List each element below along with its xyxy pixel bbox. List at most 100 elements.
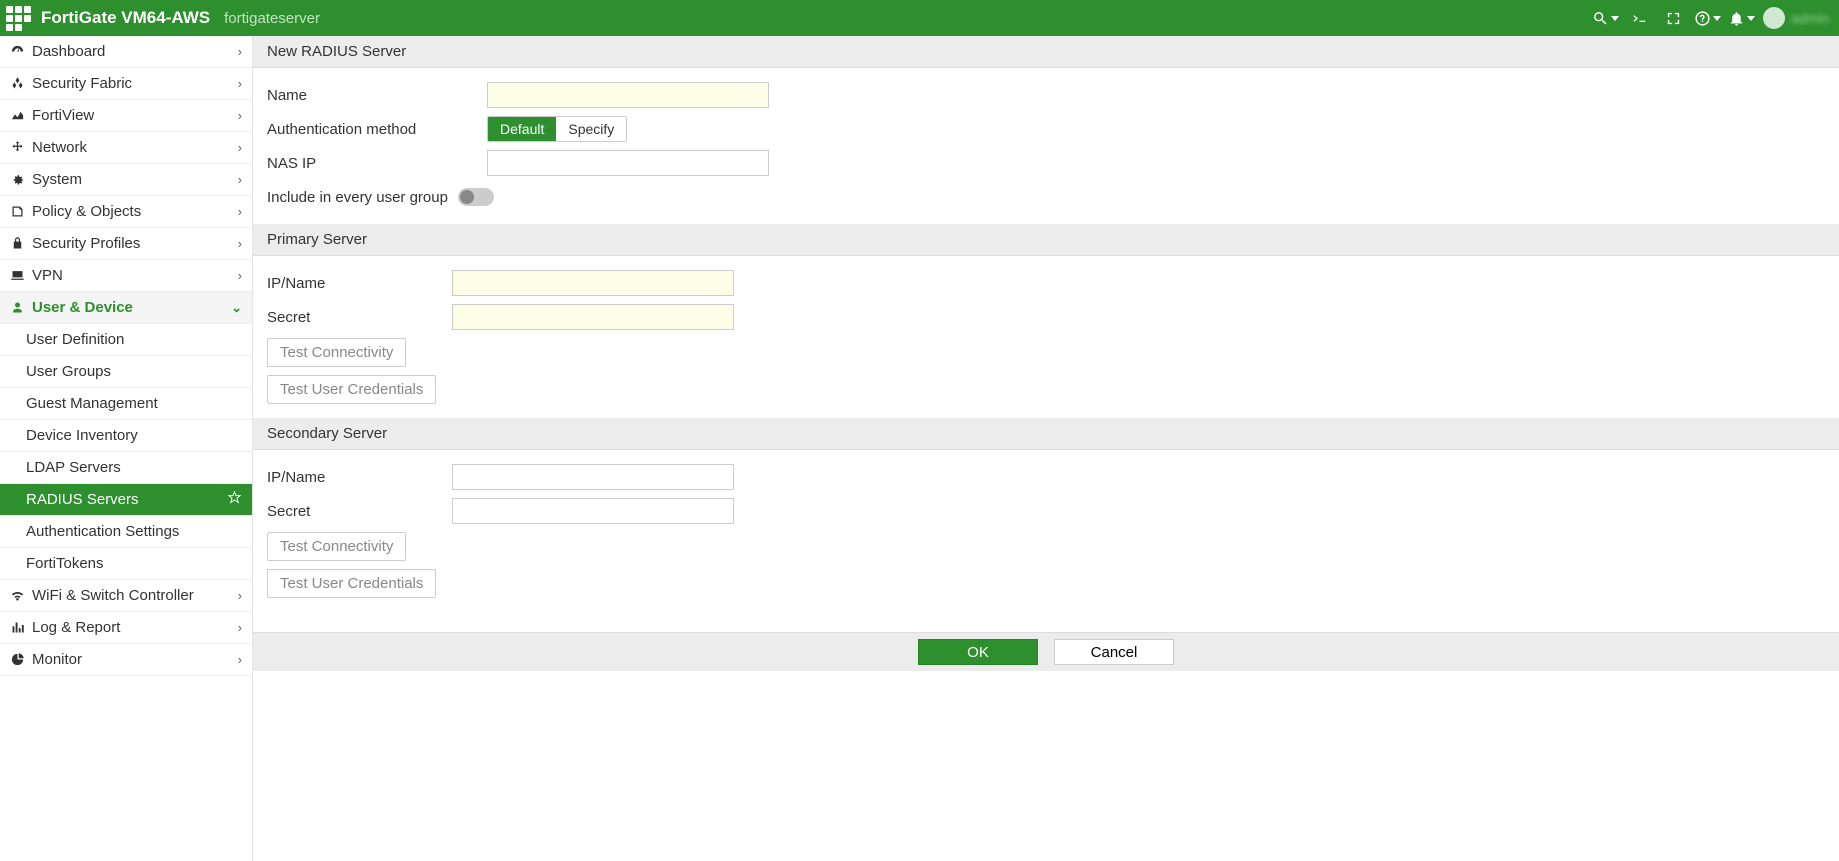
secondary-secret-input[interactable]	[452, 498, 734, 524]
sidebar-sub-device-inventory[interactable]: Device Inventory	[0, 420, 252, 452]
logo-icon	[6, 6, 31, 31]
hostname: fortigateserver	[224, 10, 320, 27]
secondary-ip-input[interactable]	[452, 464, 734, 490]
sidebar-sub-label: LDAP Servers	[26, 459, 242, 476]
terminal-icon	[1631, 10, 1648, 27]
sidebar-sub-label: Guest Management	[26, 395, 242, 412]
laptop-icon	[8, 268, 26, 283]
sidebar-sub-label: Device Inventory	[26, 427, 242, 444]
caret-down-icon	[1747, 16, 1755, 21]
expand-icon	[1665, 10, 1682, 27]
primary-server-section: IP/Name Secret Test Connectivity Test Us…	[253, 256, 1839, 418]
notifications-button[interactable]	[1725, 0, 1759, 36]
chevron-right-icon: ›	[238, 236, 242, 251]
primary-secret-input[interactable]	[452, 304, 734, 330]
chevron-right-icon: ›	[238, 140, 242, 155]
sidebar-item-log-report[interactable]: Log & Report ›	[0, 612, 252, 644]
chevron-right-icon: ›	[238, 204, 242, 219]
wifi-icon	[8, 588, 26, 603]
cli-button[interactable]	[1623, 0, 1657, 36]
caret-down-icon	[1611, 16, 1619, 21]
sidebar-item-label: System	[32, 171, 238, 188]
sidebar-item-system[interactable]: System ›	[0, 164, 252, 196]
primary-ip-label: IP/Name	[267, 275, 452, 292]
main-content: New RADIUS Server Name Authentication me…	[253, 36, 1839, 861]
chevron-right-icon: ›	[238, 588, 242, 603]
fullscreen-button[interactable]	[1657, 0, 1691, 36]
search-icon	[1592, 10, 1609, 27]
primary-ip-input[interactable]	[452, 270, 734, 296]
move-icon	[8, 140, 26, 155]
sidebar-item-policy-objects[interactable]: Policy & Objects ›	[0, 196, 252, 228]
sidebar-item-network[interactable]: Network ›	[0, 132, 252, 164]
user-avatar[interactable]	[1763, 7, 1785, 29]
username-label: admin	[1791, 10, 1829, 26]
sidebar-sub-ldap-servers[interactable]: LDAP Servers	[0, 452, 252, 484]
sidebar-item-dashboard[interactable]: Dashboard ›	[0, 36, 252, 68]
primary-test-connectivity-button[interactable]: Test Connectivity	[267, 338, 406, 367]
sidebar-item-label: Log & Report	[32, 619, 238, 636]
help-icon	[1694, 10, 1711, 27]
auth-default-button[interactable]: Default	[488, 117, 556, 141]
sidebar-item-user-device[interactable]: User & Device ⌄	[0, 292, 252, 324]
pie-chart-icon	[8, 652, 26, 667]
cancel-button[interactable]: Cancel	[1054, 639, 1174, 665]
chart-area-icon	[8, 108, 26, 123]
chevron-right-icon: ›	[238, 76, 242, 91]
auth-method-toggle: Default Specify	[487, 116, 627, 142]
sidebar-item-label: User & Device	[32, 299, 231, 316]
product-logo	[6, 6, 31, 31]
sidebar-item-label: Security Profiles	[32, 235, 238, 252]
sidebar-item-monitor[interactable]: Monitor ›	[0, 644, 252, 676]
sidebar-item-vpn[interactable]: VPN ›	[0, 260, 252, 292]
sidebar-sub-user-groups[interactable]: User Groups	[0, 356, 252, 388]
sidebar-item-security-fabric[interactable]: Security Fabric ›	[0, 68, 252, 100]
help-button[interactable]	[1691, 0, 1725, 36]
nas-ip-label: NAS IP	[267, 155, 487, 172]
gear-icon	[8, 172, 26, 187]
sidebar-item-wifi-switch[interactable]: WiFi & Switch Controller ›	[0, 580, 252, 612]
primary-secret-label: Secret	[267, 309, 452, 326]
name-input[interactable]	[487, 82, 769, 108]
secondary-test-credentials-button[interactable]: Test User Credentials	[267, 569, 436, 598]
auth-specify-button[interactable]: Specify	[556, 117, 626, 141]
chevron-down-icon: ⌄	[231, 300, 242, 316]
name-label: Name	[267, 87, 487, 104]
secondary-ip-label: IP/Name	[267, 469, 452, 486]
sidebar-sub-label: FortiTokens	[26, 555, 242, 572]
ok-button[interactable]: OK	[918, 639, 1038, 665]
sidebar-sub-authentication-settings[interactable]: Authentication Settings	[0, 516, 252, 548]
secondary-secret-label: Secret	[267, 503, 452, 520]
secondary-server-header: Secondary Server	[253, 418, 1839, 450]
sidebar-sub-fortitokens[interactable]: FortiTokens	[0, 548, 252, 580]
sidebar-item-label: Network	[32, 139, 238, 156]
sidebar-item-fortiview[interactable]: FortiView ›	[0, 100, 252, 132]
form-footer: OK Cancel	[253, 632, 1839, 671]
bell-icon	[1728, 10, 1745, 27]
primary-test-credentials-button[interactable]: Test User Credentials	[267, 375, 436, 404]
sidebar-sub-label: Authentication Settings	[26, 523, 242, 540]
sidebar-item-label: VPN	[32, 267, 238, 284]
sidebar-sub-radius-servers[interactable]: RADIUS Servers	[0, 484, 252, 516]
sidebar-item-label: WiFi & Switch Controller	[32, 587, 238, 604]
sidebar: Dashboard › Security Fabric › FortiView …	[0, 36, 253, 861]
product-name: FortiGate VM64-AWS	[41, 8, 210, 28]
sidebar-sub-guest-management[interactable]: Guest Management	[0, 388, 252, 420]
chevron-right-icon: ›	[238, 44, 242, 59]
chevron-right-icon: ›	[238, 172, 242, 187]
auth-method-label: Authentication method	[267, 121, 487, 138]
include-every-group-toggle[interactable]	[458, 188, 494, 206]
page-title: New RADIUS Server	[253, 36, 1839, 68]
star-icon[interactable]	[227, 490, 242, 509]
sidebar-item-security-profiles[interactable]: Security Profiles ›	[0, 228, 252, 260]
caret-down-icon	[1713, 16, 1721, 21]
app-header: FortiGate VM64-AWS fortigateserver admin	[0, 0, 1839, 36]
search-button[interactable]	[1589, 0, 1623, 36]
sidebar-item-label: Policy & Objects	[32, 203, 238, 220]
sidebar-sub-label: User Groups	[26, 363, 242, 380]
nas-ip-input[interactable]	[487, 150, 769, 176]
bar-chart-icon	[8, 620, 26, 635]
secondary-test-connectivity-button[interactable]: Test Connectivity	[267, 532, 406, 561]
sidebar-sub-label: User Definition	[26, 331, 242, 348]
sidebar-sub-user-definition[interactable]: User Definition	[0, 324, 252, 356]
